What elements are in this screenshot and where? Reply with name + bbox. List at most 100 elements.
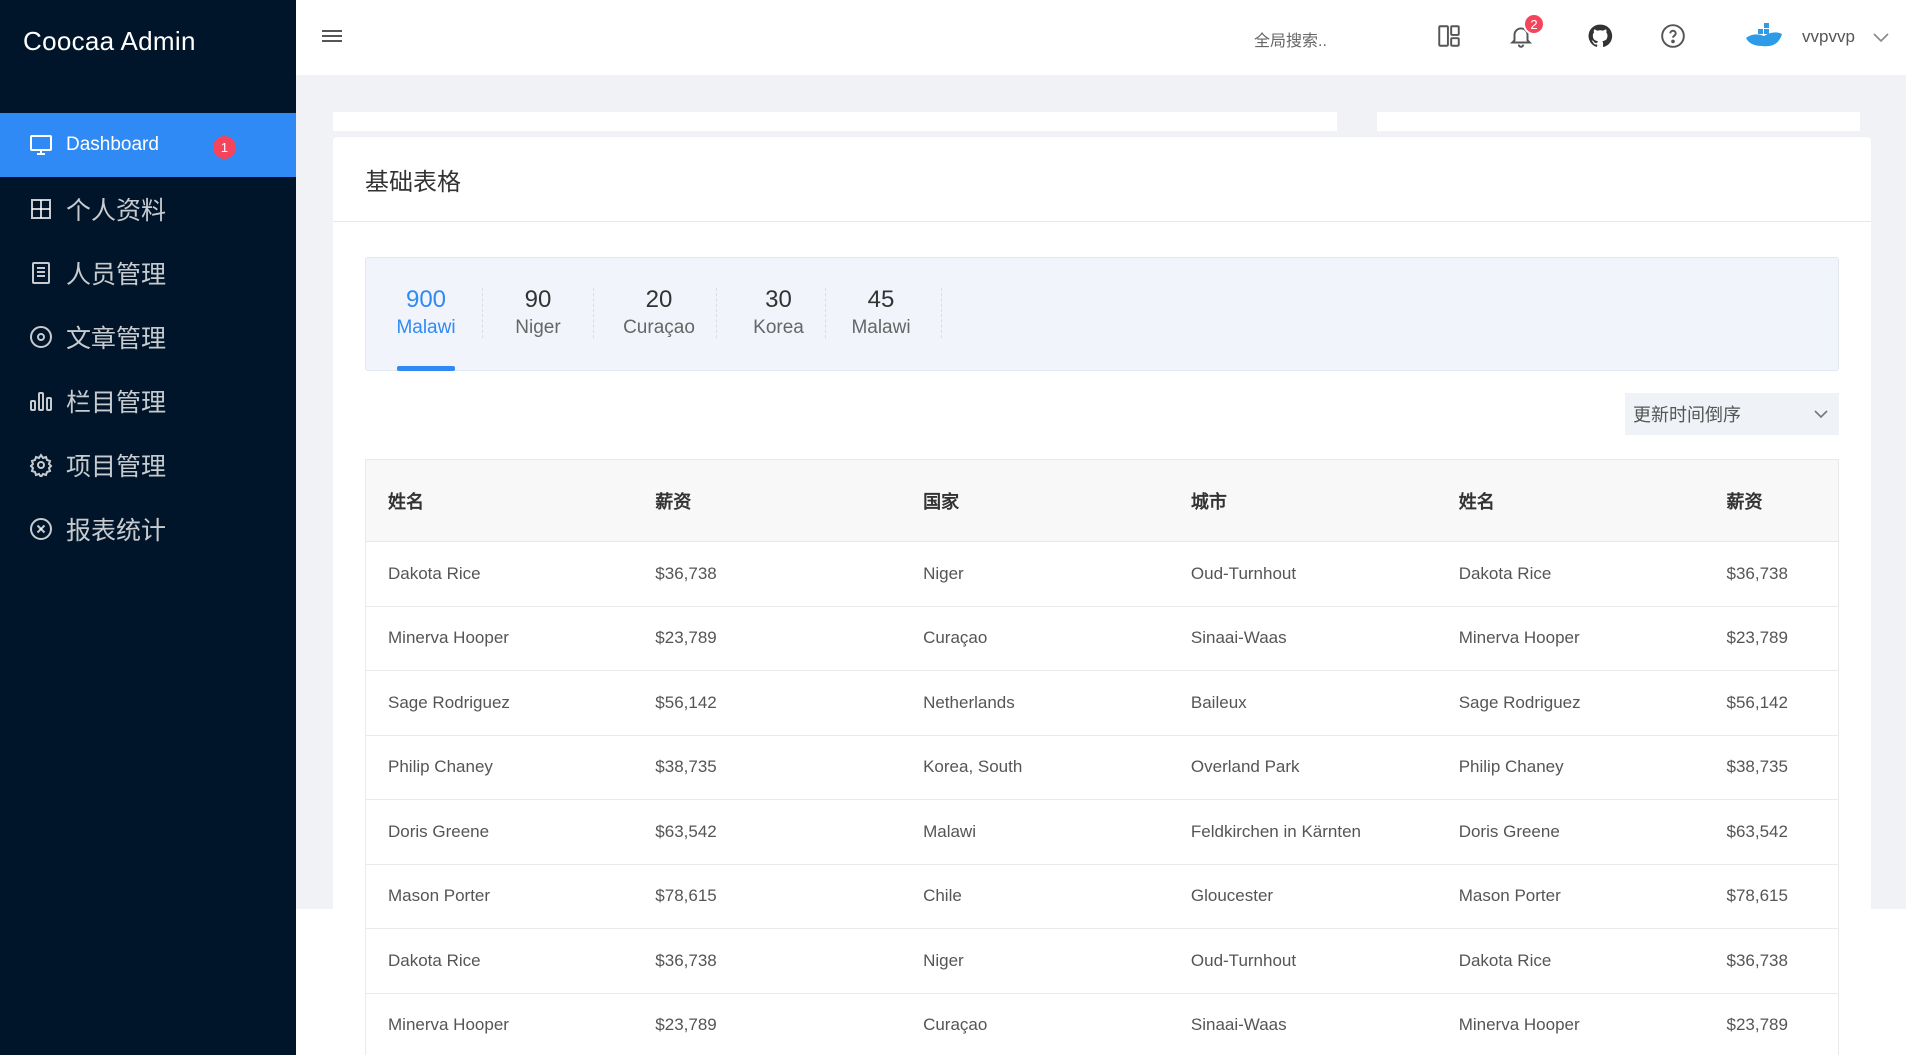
table-cell: Philip Chaney xyxy=(1436,735,1705,800)
table-row[interactable]: Minerva Hooper $23,789 Curaçao Sinaai-Wa… xyxy=(365,606,1839,671)
sidebar-item-label: 栏目管理 xyxy=(66,389,167,417)
help-icon[interactable] xyxy=(1659,22,1687,50)
table-cell: Niger xyxy=(901,928,1169,994)
grid-icon xyxy=(28,196,54,222)
table-cell: Minerva Hooper xyxy=(1436,993,1705,1055)
sort-select-value: 更新时间倒序 xyxy=(1633,405,1741,425)
top-card-right xyxy=(1377,112,1860,131)
table-row[interactable]: Sage Rodriguez $56,142 Netherlands Baile… xyxy=(365,670,1839,736)
avatar[interactable] xyxy=(1744,22,1784,50)
stat-tab[interactable]: 900 Malawi xyxy=(366,258,486,370)
bell-icon[interactable]: 2 xyxy=(1507,13,1545,50)
table-cell: $38,735 xyxy=(633,735,902,800)
stat-value: 90 xyxy=(524,285,552,313)
table-cell: Dakota Rice xyxy=(365,541,634,607)
gear-icon xyxy=(28,452,54,478)
sidebar-item-reports[interactable]: 报表统计 xyxy=(0,497,296,561)
table-cell: Oud-Turnhout xyxy=(1168,541,1437,607)
stat-label: Niger xyxy=(515,316,561,338)
table-header-row: 姓名 薪资 国家 城市 姓名 薪资 xyxy=(365,459,1839,542)
top-header: 全局搜索.. 2 vvpvvp xyxy=(296,0,1906,75)
table-cell: $36,738 xyxy=(1704,928,1839,994)
sidebar-item-columns[interactable]: 栏目管理 xyxy=(0,369,296,433)
sidebar-item-staff[interactable]: 人员管理 xyxy=(0,241,296,305)
monitor-icon xyxy=(28,132,54,158)
app-title: Coocaa Admin xyxy=(23,25,196,56)
sidebar-item-dashboard[interactable]: Dashboard 1 xyxy=(0,113,296,177)
table-row[interactable]: Minerva Hooper $23,789 Curaçao Sinaai-Wa… xyxy=(365,993,1839,1055)
column-header[interactable]: 薪资 xyxy=(1704,459,1839,542)
table-cell: $78,615 xyxy=(1704,864,1839,929)
basic-table-card: 基础表格 900 Malawi 90 Niger 20 Curaçao 30 K… xyxy=(333,137,1871,1055)
table-cell: Oud-Turnhout xyxy=(1168,928,1437,994)
table-cell: Curaçao xyxy=(901,993,1169,1055)
chevron-down-icon[interactable] xyxy=(1872,30,1890,44)
table-cell: $78,615 xyxy=(633,864,902,929)
table-row[interactable]: Dakota Rice $36,738 Niger Oud-Turnhout D… xyxy=(365,928,1839,994)
table-cell: $56,142 xyxy=(1704,670,1839,736)
table-cell: $36,738 xyxy=(633,541,902,607)
sort-select[interactable]: 更新时间倒序 xyxy=(1625,393,1839,435)
stats-tabs: 900 Malawi 90 Niger 20 Curaçao 30 Korea … xyxy=(365,257,1839,371)
document-icon xyxy=(28,260,54,286)
table-row[interactable]: Doris Greene $63,542 Malawi Feldkirchen … xyxy=(365,799,1839,865)
sidebar: Coocaa Admin Dashboard 1 个人资料 人员管理 文章管理 xyxy=(0,0,296,1055)
table-row[interactable]: Dakota Rice $36,738 Niger Oud-Turnhout D… xyxy=(365,541,1839,607)
stat-divider xyxy=(941,288,942,338)
table-cell: Malawi xyxy=(901,799,1169,865)
table-cell: Sinaai-Waas xyxy=(1168,606,1437,671)
stat-divider xyxy=(716,288,717,338)
table-cell: $63,542 xyxy=(633,799,902,865)
stat-tab[interactable]: 45 Malawi xyxy=(826,258,936,370)
table-cell: Doris Greene xyxy=(365,799,634,865)
stat-tab[interactable]: 20 Curaçao xyxy=(594,258,724,370)
data-table: 姓名 薪资 国家 城市 姓名 薪资 Dakota Rice $36,738 Ni… xyxy=(365,459,1839,1055)
table-cell: Philip Chaney xyxy=(365,735,634,800)
column-header[interactable]: 薪资 xyxy=(633,459,902,542)
table-cell: Sinaai-Waas xyxy=(1168,993,1437,1055)
stat-tab[interactable]: 90 Niger xyxy=(483,258,593,370)
table-cell: Gloucester xyxy=(1168,864,1437,929)
sidebar-item-label: 项目管理 xyxy=(66,453,167,481)
sidebar-item-profile[interactable]: 个人资料 xyxy=(0,177,296,241)
stat-value: 30 xyxy=(765,285,792,313)
sidebar-item-label: 个人资料 xyxy=(66,197,167,225)
table-cell: Niger xyxy=(901,541,1169,607)
table-cell: $23,789 xyxy=(633,993,902,1055)
column-header[interactable]: 姓名 xyxy=(1436,459,1705,542)
stat-value: 900 xyxy=(405,285,447,313)
column-header[interactable]: 姓名 xyxy=(365,459,634,542)
sidebar-item-articles[interactable]: 文章管理 xyxy=(0,305,296,369)
top-card-left xyxy=(333,112,1337,131)
chevron-down-icon xyxy=(1814,410,1828,419)
table-cell: Minerva Hooper xyxy=(1436,606,1705,671)
stat-tab[interactable]: 30 Korea xyxy=(724,258,833,370)
column-header[interactable]: 城市 xyxy=(1168,459,1437,542)
active-tab-indicator xyxy=(397,366,455,371)
github-icon[interactable] xyxy=(1586,22,1614,50)
sidebar-item-label: 报表统计 xyxy=(66,517,167,545)
table-cell: $23,789 xyxy=(633,606,902,671)
layout-icon[interactable] xyxy=(1435,22,1463,50)
table-cell: Dakota Rice xyxy=(365,928,634,994)
stat-label: Curaçao xyxy=(623,316,695,338)
username[interactable]: vvpvvp xyxy=(1802,27,1855,47)
sidebar-item-label: 人员管理 xyxy=(66,261,167,289)
menu-toggle-icon[interactable] xyxy=(322,27,344,47)
target-icon xyxy=(28,324,54,350)
column-header[interactable]: 国家 xyxy=(901,459,1169,542)
table-cell: $23,789 xyxy=(1704,993,1839,1055)
sidebar-menu: Dashboard 1 个人资料 人员管理 文章管理 栏目管理 项目管理 报表统… xyxy=(0,113,296,561)
table-cell: $63,542 xyxy=(1704,799,1839,865)
bar-chart-icon xyxy=(28,388,54,414)
table-cell: Dakota Rice xyxy=(1436,541,1705,607)
close-circle-icon xyxy=(28,516,54,542)
global-search[interactable]: 全局搜索.. xyxy=(1254,27,1327,51)
table-cell: Doris Greene xyxy=(1436,799,1705,865)
table-cell: Baileux xyxy=(1168,670,1437,736)
sidebar-item-projects[interactable]: 项目管理 xyxy=(0,433,296,497)
table-row[interactable]: Philip Chaney $38,735 Korea, South Overl… xyxy=(365,735,1839,800)
table-cell: Dakota Rice xyxy=(1436,928,1705,994)
table-cell: Mason Porter xyxy=(1436,864,1705,929)
table-row[interactable]: Mason Porter $78,615 Chile Gloucester Ma… xyxy=(365,864,1839,929)
